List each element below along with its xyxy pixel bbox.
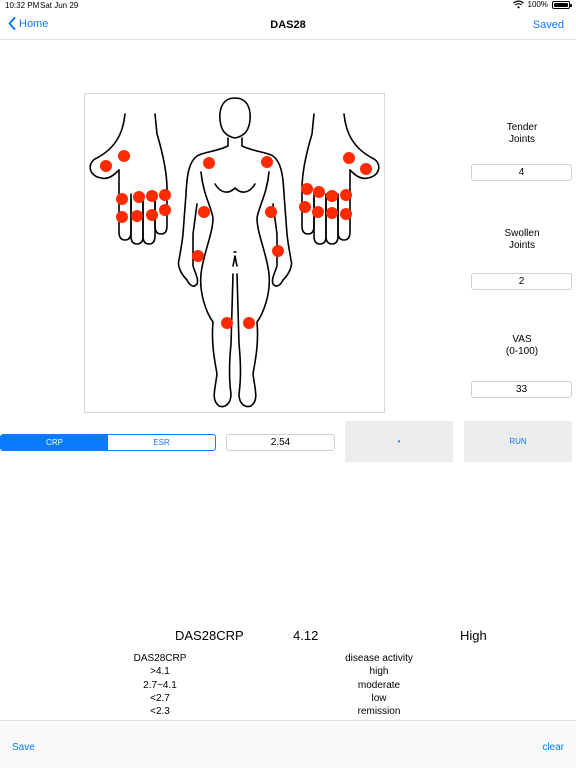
activity-cell: remission	[357, 706, 401, 718]
activity-cell: high	[369, 666, 389, 678]
tender-joints-label: Tender Joints	[506, 122, 538, 145]
joint-marker[interactable]	[100, 160, 112, 172]
status-bar: 10:32 PM Sat Jun 29 100%	[0, 0, 576, 12]
threshold-cell: 2.7~4.1	[143, 679, 177, 691]
joint-marker[interactable]	[118, 150, 130, 162]
marker-value-input[interactable]: 2.54	[226, 434, 335, 451]
bottom-toolbar: Save clear	[0, 720, 576, 768]
joint-marker[interactable]	[360, 163, 372, 175]
activity-column: disease activity high moderate low remis…	[323, 652, 435, 718]
joint-marker[interactable]	[326, 207, 338, 219]
joint-marker[interactable]	[299, 201, 311, 213]
segment-esr[interactable]: ESR	[108, 435, 215, 450]
wifi-icon	[512, 0, 524, 9]
status-date: Sat Jun 29	[40, 1, 79, 10]
swollen-joints-label: Swollen Joints	[504, 228, 540, 251]
joint-marker[interactable]	[313, 186, 325, 198]
joint-marker[interactable]	[221, 317, 233, 329]
marker-segmented-control: CRP ESR	[0, 434, 216, 451]
battery-icon	[552, 0, 572, 9]
joint-marker[interactable]	[159, 189, 171, 201]
score-name: DAS28CRP	[175, 628, 244, 643]
activity-cell: low	[371, 692, 387, 704]
joint-marker[interactable]	[265, 206, 277, 218]
threshold-header: DAS28CRP	[133, 653, 187, 664]
clear-button[interactable]: clear	[542, 742, 564, 753]
threshold-cell: <2.7	[150, 692, 170, 704]
run-button[interactable]: RUN	[464, 421, 572, 462]
joint-marker[interactable]	[272, 245, 284, 257]
joint-marker[interactable]	[340, 208, 352, 220]
body-outline-drawing	[89, 97, 380, 408]
segment-crp[interactable]: CRP	[1, 435, 108, 450]
status-right: 100%	[512, 0, 572, 9]
vas-value[interactable]: 33	[471, 381, 572, 398]
threshold-cell: <2.3	[150, 706, 170, 718]
joint-marker[interactable]	[261, 156, 273, 168]
joint-marker[interactable]	[146, 190, 158, 202]
joint-marker[interactable]	[146, 209, 158, 221]
dot-button[interactable]: •	[345, 421, 453, 462]
tender-joints-value[interactable]: 4	[471, 164, 572, 181]
joint-marker[interactable]	[133, 191, 145, 203]
left-hand-outline	[89, 113, 168, 245]
joint-diagram	[84, 93, 385, 413]
threshold-cell: >4.1	[150, 666, 170, 678]
saved-button[interactable]: Saved	[533, 19, 564, 31]
joint-marker[interactable]	[159, 204, 171, 216]
joint-marker[interactable]	[312, 206, 324, 218]
joint-marker[interactable]	[131, 210, 143, 222]
joint-marker[interactable]	[326, 190, 338, 202]
joint-markers	[100, 150, 372, 329]
joint-marker[interactable]	[301, 183, 313, 195]
score-value: 4.12	[293, 628, 319, 643]
joint-marker[interactable]	[116, 211, 128, 223]
activity-level: High	[460, 628, 487, 643]
joint-marker[interactable]	[203, 157, 215, 169]
joint-marker[interactable]	[343, 152, 355, 164]
joint-marker[interactable]	[116, 193, 128, 205]
threshold-column: DAS28CRP >4.1 2.7~4.1 <2.7 <2.3	[104, 652, 216, 718]
page-title: DAS28	[270, 19, 306, 31]
vas-label: VAS (0-100)	[505, 334, 539, 357]
joint-marker[interactable]	[192, 250, 204, 262]
status-time: 10:32 PM	[5, 1, 40, 10]
joint-marker[interactable]	[243, 317, 255, 329]
right-hand-outline	[301, 113, 380, 245]
activity-cell: moderate	[357, 679, 401, 691]
joint-marker[interactable]	[198, 206, 210, 218]
joint-marker[interactable]	[340, 189, 352, 201]
swollen-joints-value[interactable]: 2	[471, 273, 572, 290]
battery-percent: 100%	[527, 0, 548, 9]
navigation-bar: Home DAS28 Saved	[0, 12, 576, 40]
activity-header: disease activity	[345, 653, 413, 664]
save-button[interactable]: Save	[12, 742, 35, 753]
